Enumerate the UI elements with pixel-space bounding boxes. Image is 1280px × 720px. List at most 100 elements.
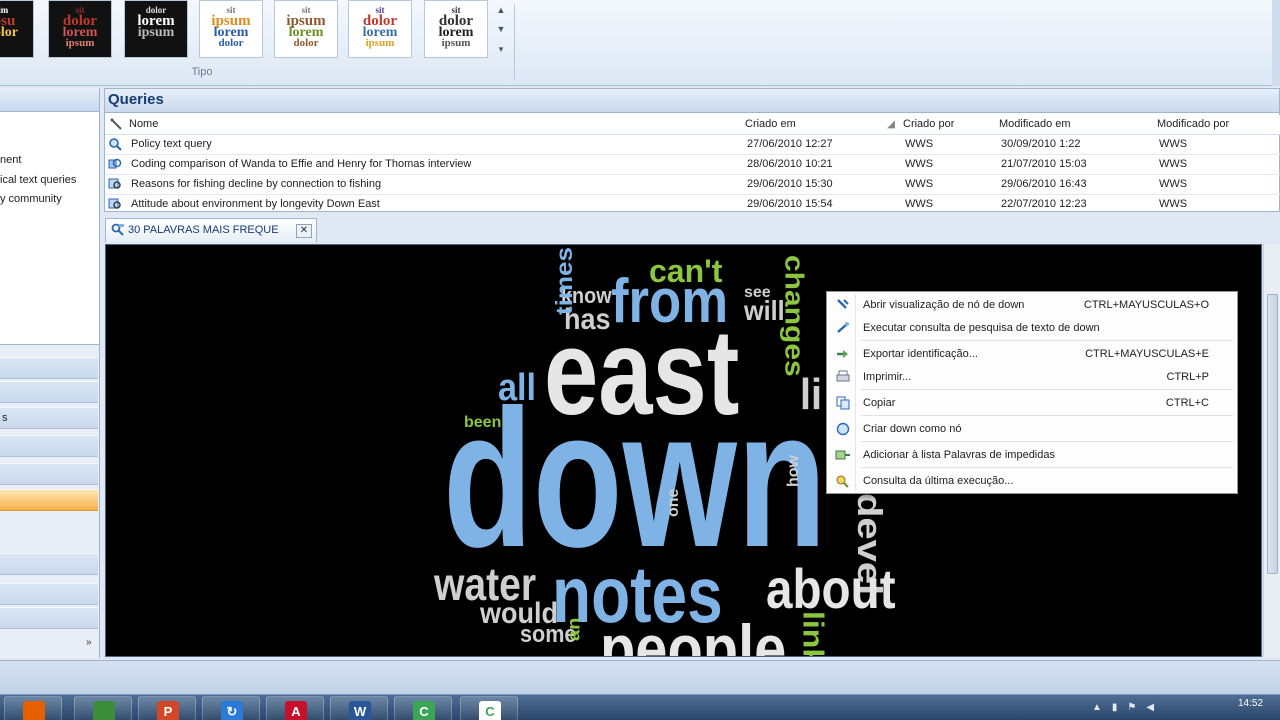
menu-item-shortcut: CTRL+MAYUSCULAS+O — [1083, 299, 1209, 311]
word-cloud-style-option[interactable]: sit dolor lorem ipsum — [424, 0, 488, 58]
table-row[interactable]: Policy text query 27/06/2010 12:27 WWS 30/0… — [105, 135, 1280, 155]
nav-section-button[interactable] — [0, 435, 98, 457]
vertical-scrollbar[interactable] — [1263, 244, 1280, 657]
modified-by: WWS — [1159, 138, 1188, 150]
nav-tree-item[interactable]: y community — [0, 193, 62, 205]
modified-by: WWS — [1159, 198, 1188, 210]
nav-tree-item[interactable]: nent — [0, 154, 21, 166]
word-cloud-style-option[interactable]: sit dolor lorem ipsum — [48, 0, 112, 58]
cloud-word[interactable]: about — [766, 561, 896, 617]
nav-section-button[interactable] — [0, 357, 98, 379]
gallery-scroll[interactable]: ▲ ▼ ▾ — [492, 0, 510, 60]
cloud-word[interactable]: people — [600, 615, 786, 656]
cloud-word[interactable]: one — [665, 489, 682, 517]
configure-buttons-chevron-icon[interactable]: » — [86, 637, 92, 648]
nav-tree-item[interactable]: ical text queries — [0, 174, 76, 186]
run-text-search-icon — [835, 321, 851, 335]
context-menu-item[interactable]: Executar consulta de pesquisa de texto d… — [829, 317, 1235, 339]
query-name: Policy text query — [131, 138, 212, 150]
network-icon[interactable]: ▮ — [1112, 702, 1118, 716]
created-by: WWS — [905, 178, 934, 190]
word-icon: W — [349, 701, 371, 720]
cloud-word[interactable]: link — [797, 611, 829, 656]
print-icon — [835, 370, 851, 384]
column-header-modified-by[interactable]: Modificado por — [1157, 115, 1229, 133]
menu-item-shortcut: CTRL+MAYUSCULAS+E — [1085, 348, 1209, 360]
nav-section-button[interactable] — [0, 607, 98, 629]
menu-item-label: Exportar identificação... — [863, 348, 978, 360]
cloud-word[interactable]: will — [744, 297, 785, 325]
column-header-modified[interactable]: Modificado em — [999, 115, 1071, 133]
context-menu-item[interactable]: Adicionar à lista Palavras de impedidas — [829, 444, 1235, 466]
word-cloud-style-option[interactable]: sit dolor lorem ipsum — [348, 0, 412, 58]
table-row[interactable]: Coding comparison of Wanda to Effie and … — [105, 155, 1280, 175]
context-menu: Abrir visualização de nó de down CTRL+MAY… — [826, 291, 1238, 494]
style-sample-word: ipsum — [365, 37, 395, 49]
taskbar-acrobat-button[interactable]: A — [266, 696, 324, 720]
taskbar-camtasia-button[interactable]: C — [394, 696, 452, 720]
column-header-created[interactable]: Criado em — [745, 115, 796, 133]
nav-section-button-active[interactable] — [0, 489, 98, 511]
column-header-created-by[interactable]: Criado por — [903, 115, 954, 133]
tab-word-frequency[interactable]: 30 PALAVRAS MAIS FREQUE ✕ — [105, 218, 317, 242]
gallery-more-icon[interactable]: ▾ — [499, 44, 504, 55]
cloud-word[interactable]: how — [785, 455, 802, 487]
cloud-word[interactable]: down — [443, 381, 827, 577]
gallery-up-arrow-icon[interactable]: ▲ — [497, 5, 506, 15]
acrobat-icon: A — [285, 701, 307, 720]
context-menu-item[interactable]: Exportar identificação... CTRL+MAYUSCULAS… — [829, 343, 1235, 365]
menu-separator — [861, 340, 1233, 341]
gallery-down-arrow-icon[interactable]: ▼ — [497, 24, 506, 34]
panel-title: Queries — [105, 89, 1279, 113]
word-cloud-style-option[interactable]: limlpsudolor — [0, 0, 34, 58]
context-menu-item[interactable]: Imprimir... CTRL+P — [829, 366, 1235, 388]
taskbar-camtasia-recorder-button[interactable]: C — [460, 696, 518, 720]
table-row[interactable]: Reasons for fishing decline by connectio… — [105, 175, 1280, 195]
word-frequency-query-icon — [111, 223, 125, 237]
word-cloud-style-option[interactable]: sit ipsum lorem dolor — [199, 0, 263, 58]
ribbon-divider — [514, 4, 515, 80]
chrome-icon — [93, 701, 115, 720]
word-cloud-style-option[interactable]: sit ipsum lorem dolor — [274, 0, 338, 58]
camtasia-recorder-icon: C — [479, 701, 501, 720]
table-row[interactable]: Attitude about environment by longevity … — [105, 195, 1280, 215]
taskbar-sync-button[interactable]: ↻ — [202, 696, 260, 720]
word-cloud-style-option[interactable]: dolor lorem ipsum — [124, 0, 188, 58]
system-clock[interactable]: 14:52 — [1238, 698, 1263, 709]
system-tray[interactable]: ▲ ▮ ⚑ ◀ — [1092, 702, 1222, 716]
scrollbar-thumb[interactable] — [1267, 294, 1278, 574]
flag-icon[interactable]: ⚑ — [1127, 702, 1136, 716]
menu-separator — [861, 389, 1233, 390]
menu-item-label: Imprimir... — [863, 371, 912, 383]
context-menu-item[interactable]: Abrir visualização de nó de down CTRL+MAY… — [829, 294, 1235, 316]
nav-section-button[interactable] — [0, 381, 98, 403]
menu-item-label: Executar consulta de pesquisa de texto d… — [863, 322, 1100, 334]
column-header-name[interactable]: Nome — [129, 115, 158, 133]
cloud-word[interactable]: changes — [780, 255, 808, 377]
taskbar-word-button[interactable]: W — [330, 696, 388, 720]
modified-date: 30/09/2010 1:22 — [1001, 138, 1081, 150]
ribbon-edge — [1272, 0, 1280, 86]
matrix-query-icon — [108, 197, 122, 211]
coding-comparison-query-icon — [108, 157, 122, 171]
nav-section-button[interactable] — [0, 553, 98, 575]
taskbar-powerpoint-button[interactable]: P — [138, 696, 196, 720]
powerpoint-icon: P — [157, 701, 179, 720]
taskbar-chrome-button[interactable] — [74, 696, 132, 720]
sort-indicator-icon: ◢ — [887, 118, 896, 130]
context-menu-item[interactable]: Consulta da última execução... — [829, 470, 1235, 492]
menu-item-label: Abrir visualização de nó de down — [863, 299, 1025, 311]
query-name: Coding comparison of Wanda to Effie and … — [131, 158, 472, 170]
taskbar-firefox-button[interactable] — [4, 696, 62, 720]
cloud-word[interactable]: an — [564, 618, 584, 641]
tray-arrow-icon[interactable]: ▲ — [1092, 702, 1102, 716]
ribbon: limlpsudolorsitdolorloremipsumdolorlorem… — [0, 0, 1280, 86]
context-menu-item[interactable]: Criar down como nó — [829, 418, 1235, 440]
nav-section-button[interactable] — [0, 463, 98, 485]
nav-section-button[interactable] — [0, 583, 98, 605]
volume-icon[interactable]: ◀ — [1146, 702, 1154, 716]
close-tab-icon[interactable]: ✕ — [296, 224, 312, 238]
context-menu-item[interactable]: Copiar CTRL+C — [829, 392, 1235, 414]
modified-date: 22/07/2010 12:23 — [1001, 198, 1087, 210]
nav-section-button[interactable]: s — [0, 407, 98, 429]
